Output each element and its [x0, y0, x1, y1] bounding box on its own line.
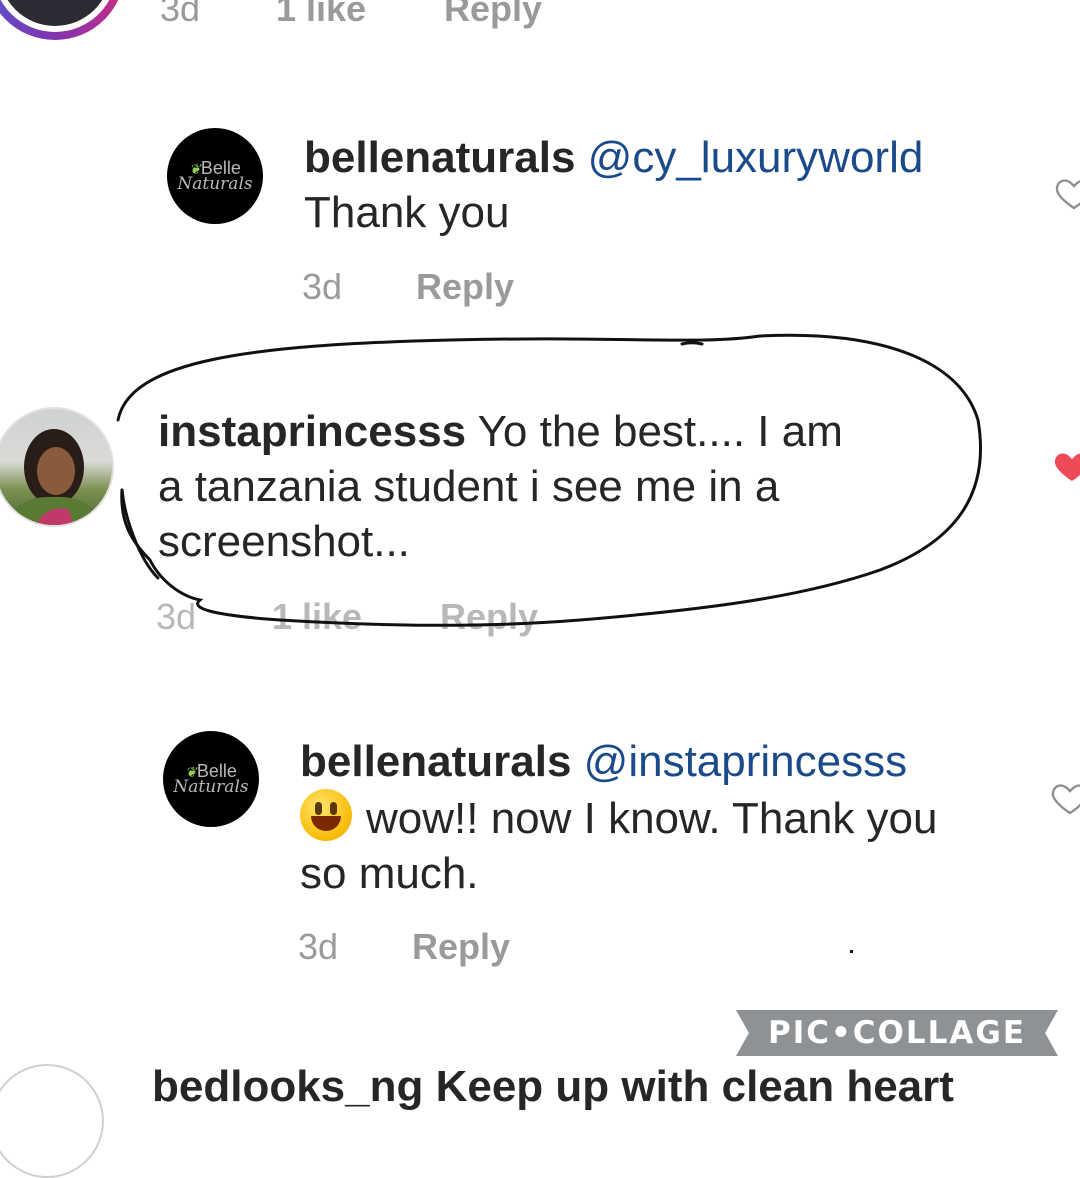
comment-text-line1: wow!! now I know. Thank you: [366, 794, 938, 843]
avatar-bedlooks[interactable]: [0, 1064, 104, 1178]
comment-mention[interactable]: @instaprincesss: [584, 737, 907, 786]
comment-body: bellenaturals @instaprincesss wow!! now …: [300, 734, 1040, 901]
stray-dot: [850, 950, 853, 953]
belle-logo: ❦Belle Naturals: [173, 761, 249, 797]
hand-drawn-circle: [116, 333, 983, 627]
reply-button[interactable]: Reply: [412, 926, 510, 968]
comment-text-line2: so much.: [300, 849, 479, 898]
comment-time: 3d: [298, 926, 339, 967]
partial-comment: bedlooks_ng Keep up with clean heart: [152, 1062, 954, 1111]
piccollage-watermark: PIC•COLLAGE: [736, 1010, 1058, 1056]
like-heart-icon[interactable]: [1050, 778, 1080, 818]
comment-username[interactable]: bellenaturals: [300, 737, 571, 786]
grinning-face-emoji-icon: [300, 789, 352, 841]
avatar-bellenaturals[interactable]: ❦Belle Naturals: [163, 731, 259, 827]
